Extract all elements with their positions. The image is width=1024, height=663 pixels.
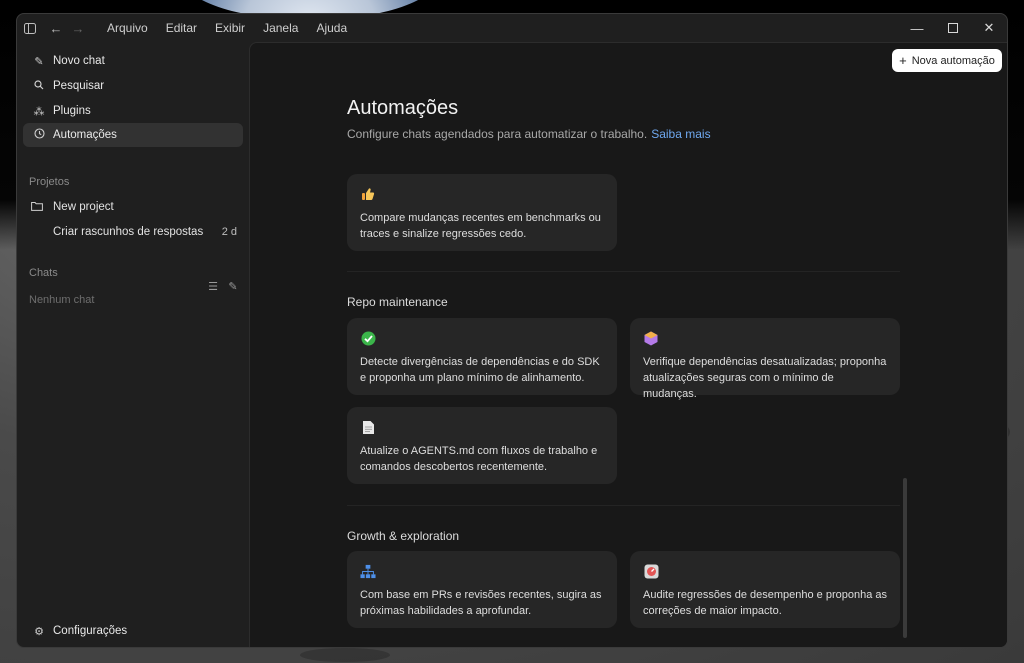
card-text: Com base em PRs e revisões recentes, sug… xyxy=(360,589,602,617)
automation-card[interactable]: Atualize o AGENTS.md com fluxos de traba… xyxy=(347,407,617,484)
sidebar-item-label: Automações xyxy=(53,129,117,141)
scrollbar-thumb[interactable] xyxy=(903,478,907,638)
hierarchy-icon xyxy=(360,563,376,579)
sidebar-item-plugins[interactable]: ⁂ Plugins xyxy=(23,99,243,123)
plugins-icon: ⁂ xyxy=(33,105,45,118)
minimize-icon[interactable]: — xyxy=(899,14,935,42)
gear-icon: ⚙ xyxy=(34,625,44,638)
main-content: + Nova automação Automações Configure ch… xyxy=(249,42,1007,647)
new-chat-icon[interactable]: ✎ xyxy=(223,280,243,293)
section-divider xyxy=(347,271,900,272)
titlebar: ← → Arquivo Editar Exibir Janela Ajuda —… xyxy=(17,14,1007,42)
plus-icon: + xyxy=(899,53,907,68)
automation-card[interactable]: Detecte divergências de dependências e d… xyxy=(347,318,617,395)
app-window: ← → Arquivo Editar Exibir Janela Ajuda —… xyxy=(16,13,1008,648)
gauge-icon xyxy=(643,563,659,579)
card-text: Compare mudanças recentes em benchmarks … xyxy=(360,212,601,240)
menu-exibir[interactable]: Exibir xyxy=(215,21,245,35)
page-title: Automações xyxy=(347,97,459,119)
settings-label: Configurações xyxy=(53,625,128,637)
sidebar-toggle-icon[interactable] xyxy=(19,17,41,39)
automation-card[interactable]: Com base em PRs e revisões recentes, sug… xyxy=(347,551,617,628)
package-icon xyxy=(643,330,659,346)
new-automation-button[interactable]: + Nova automação xyxy=(892,49,1002,72)
project-label: New project xyxy=(53,201,114,213)
sidebar-item-label: Plugins xyxy=(53,105,91,117)
projects-section-label: Projetos xyxy=(29,176,70,188)
folder-icon xyxy=(31,201,47,214)
section-divider xyxy=(347,505,900,506)
learn-more-link[interactable]: Saiba mais xyxy=(651,127,710,141)
subtitle-text: Configure chats agendados para automatiz… xyxy=(347,127,648,141)
settings-button[interactable]: ⚙ Configurações xyxy=(23,619,243,643)
chats-actions: ☰ ✎ xyxy=(203,280,243,293)
chats-section-label: Chats xyxy=(29,267,58,279)
sidebar-item-search[interactable]: Pesquisar xyxy=(23,74,243,98)
empty-chats-text: Nenhum chat xyxy=(29,294,95,306)
thread-label: Criar rascunhos de respostas xyxy=(53,226,204,238)
card-text: Verifique dependências desatualizadas; p… xyxy=(643,356,887,400)
check-circle-icon xyxy=(360,330,376,346)
close-icon[interactable]: ✕ xyxy=(971,14,1007,42)
automation-card[interactable]: Compare mudanças recentes em benchmarks … xyxy=(347,174,617,251)
new-automation-label: Nova automação xyxy=(911,54,995,67)
compose-icon: ✎ xyxy=(34,55,44,68)
group-title-repo-maintenance: Repo maintenance xyxy=(347,295,448,309)
menu-ajuda[interactable]: Ajuda xyxy=(316,21,347,35)
sidebar-item-new-chat[interactable]: ✎ Novo chat xyxy=(23,49,243,73)
card-text: Detecte divergências de dependências e d… xyxy=(360,356,600,384)
wallpaper-crater xyxy=(300,648,390,662)
sidebar-item-automations[interactable]: Automações xyxy=(23,123,243,147)
menu-janela[interactable]: Janela xyxy=(263,21,298,35)
thumbs-up-icon xyxy=(360,186,376,202)
menu-bar: Arquivo Editar Exibir Janela Ajuda xyxy=(107,21,365,35)
page-subtitle: Configure chats agendados para automatiz… xyxy=(347,127,711,141)
project-thread-item[interactable]: Criar rascunhos de respostas 2 d xyxy=(23,221,243,243)
forward-arrow-icon[interactable]: → xyxy=(67,17,89,39)
search-icon xyxy=(31,79,47,93)
menu-arquivo[interactable]: Arquivo xyxy=(107,21,148,35)
project-item[interactable]: New project xyxy=(23,196,243,218)
filter-icon[interactable]: ☰ xyxy=(203,280,223,293)
menu-editar[interactable]: Editar xyxy=(166,21,197,35)
sidebar-item-label: Pesquisar xyxy=(53,80,105,92)
back-arrow-icon[interactable]: ← xyxy=(45,17,67,39)
card-text: Atualize o AGENTS.md com fluxos de traba… xyxy=(360,445,598,473)
thread-age: 2 d xyxy=(221,226,237,238)
clock-icon xyxy=(31,128,47,142)
sidebar-item-label: Novo chat xyxy=(53,55,105,67)
window-controls: — ✕ xyxy=(899,14,1007,42)
sidebar: ✎ Novo chat Pesquisar ⁂ Plugins Automaçõ… xyxy=(17,42,249,647)
group-title-growth-exploration: Growth & exploration xyxy=(347,529,460,543)
automation-card[interactable]: Audite regressões de desempenho e propon… xyxy=(630,551,900,628)
document-icon xyxy=(360,419,376,435)
automation-card[interactable]: Verifique dependências desatualizadas; p… xyxy=(630,318,900,400)
card-text: Audite regressões de desempenho e propon… xyxy=(643,589,888,617)
maximize-icon[interactable] xyxy=(935,14,971,42)
